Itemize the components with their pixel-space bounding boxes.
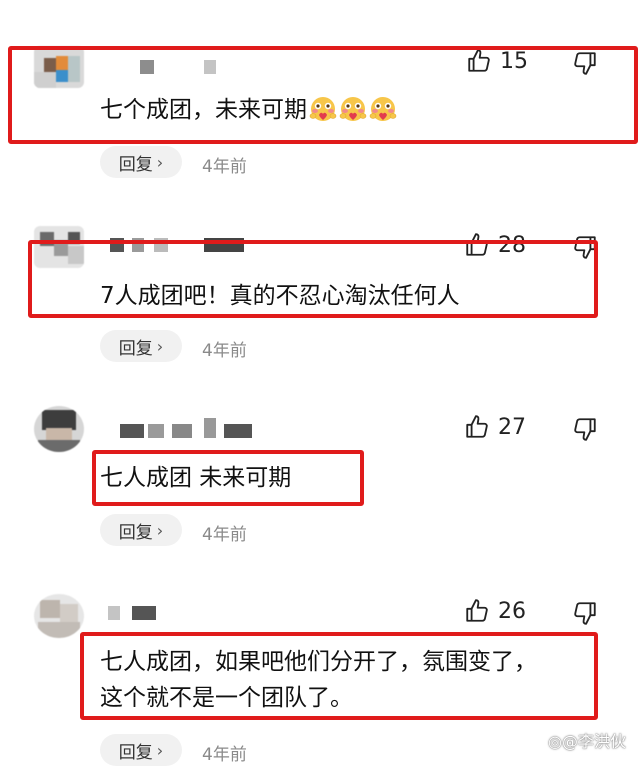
avatar[interactable] bbox=[34, 594, 84, 638]
reply-button[interactable]: 回复 › bbox=[100, 734, 182, 766]
thumbs-down-icon bbox=[572, 416, 598, 442]
thumbs-up-icon bbox=[464, 414, 490, 440]
dislike-button[interactable] bbox=[572, 416, 598, 442]
reply-label: 回复 bbox=[118, 154, 153, 175]
chevron-right-icon: › bbox=[156, 520, 164, 540]
thumbs-up-icon bbox=[464, 598, 490, 624]
chevron-right-icon: › bbox=[156, 152, 164, 172]
chevron-right-icon: › bbox=[156, 740, 164, 760]
comment-text: 七个成团，未来可期 bbox=[100, 92, 397, 128]
reply-button[interactable]: 回复 › bbox=[100, 330, 182, 362]
comment-text: 七人成团 未来可期 bbox=[100, 465, 292, 491]
comment-text: 7人成团吧！真的不忍心淘汰任何人 bbox=[100, 283, 460, 309]
blush-heart-emoji bbox=[339, 95, 367, 123]
reply-button[interactable]: 回复 › bbox=[100, 514, 182, 546]
chevron-right-icon: › bbox=[156, 336, 164, 356]
timestamp: 4年前 bbox=[202, 525, 247, 545]
timestamp: 4年前 bbox=[202, 157, 247, 177]
blush-heart-emoji bbox=[369, 95, 397, 123]
reply-button[interactable]: 回复 › bbox=[100, 146, 182, 178]
comment-text-line-1: 七人成团，如果吧他们分开了，氛围变了， bbox=[100, 649, 537, 675]
thumbs-down-icon bbox=[572, 600, 598, 626]
avatar[interactable] bbox=[34, 406, 84, 452]
like-count: 27 bbox=[498, 414, 526, 440]
comment-text-line-2: 这个就不是一个团队了。 bbox=[100, 685, 353, 711]
watermark: ◎@李洪伙 bbox=[548, 732, 626, 751]
reply-label: 回复 bbox=[118, 338, 153, 359]
timestamp: 4年前 bbox=[202, 745, 247, 765]
blush-heart-emoji bbox=[309, 95, 337, 123]
like-button[interactable]: 27 bbox=[464, 414, 526, 440]
username-redacted[interactable] bbox=[104, 418, 254, 438]
timestamp: 4年前 bbox=[202, 341, 247, 361]
like-count: 26 bbox=[498, 598, 526, 624]
dislike-button[interactable] bbox=[572, 600, 598, 626]
like-button[interactable]: 26 bbox=[464, 598, 526, 624]
reply-label: 回复 bbox=[118, 522, 153, 543]
username-redacted[interactable] bbox=[104, 606, 164, 620]
reply-label: 回复 bbox=[118, 742, 153, 763]
